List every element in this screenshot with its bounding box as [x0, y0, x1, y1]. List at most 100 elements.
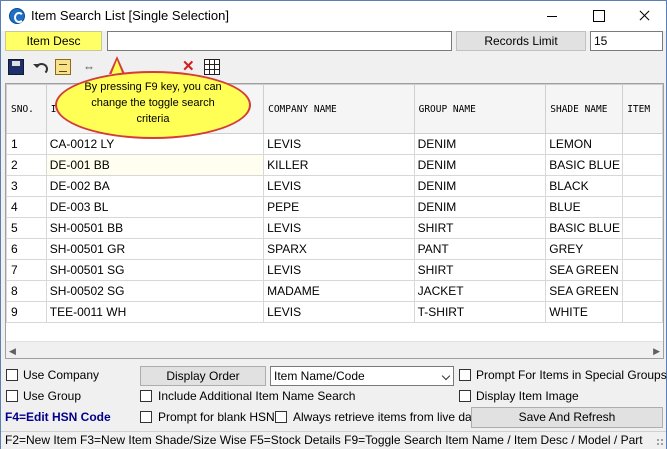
cell-shade[interactable]: SEA GREEN — [545, 280, 624, 302]
cell-company[interactable]: LEVIS — [263, 301, 415, 323]
use-group-label: Use Group — [23, 389, 82, 403]
display-order-select[interactable]: Item Name/Code — [270, 366, 454, 386]
cell-company[interactable]: LEVIS — [263, 217, 415, 239]
undo-icon[interactable] — [32, 59, 48, 75]
cell-shade[interactable]: BASIC BLUE — [545, 154, 624, 176]
col-header-item-extra[interactable]: ITEM — [622, 84, 663, 134]
cell-extra[interactable] — [622, 280, 663, 302]
cell-item[interactable]: SH-00501 SG — [45, 259, 265, 281]
tooltip-pointer — [109, 56, 125, 75]
notepad-icon[interactable] — [55, 59, 71, 75]
table-row[interactable]: 3 DE-002 BA LEVIS DENIM BLACK — [6, 175, 663, 197]
records-limit-input[interactable]: 15 — [590, 31, 663, 51]
table-row[interactable]: 6 SH-00501 GR SPARX PANT GREY — [6, 238, 663, 260]
save-icon[interactable] — [8, 59, 24, 75]
save-refresh-button[interactable]: Save And Refresh — [471, 407, 663, 428]
always-live-label: Always retrieve items from live data — [293, 410, 482, 424]
cell-group[interactable]: DENIM — [413, 196, 547, 218]
maximize-icon[interactable] — [575, 1, 621, 31]
cell-extra[interactable] — [622, 154, 663, 176]
cell-group[interactable]: DENIM — [413, 175, 547, 197]
prompt-blank-hsn-label: Prompt for blank HSN — [158, 410, 275, 424]
cell-group[interactable]: T-SHIRT — [413, 301, 547, 323]
cell-company[interactable]: KILLER — [263, 154, 415, 176]
prompt-blank-hsn-checkbox[interactable] — [140, 411, 152, 423]
col-header-company[interactable]: COMPANY NAME — [263, 84, 415, 134]
table-row[interactable]: 8 SH-00502 SG MADAME JACKET SEA GREEN — [6, 280, 663, 302]
table-row[interactable]: 9 TEE-0011 WH LEVIS T-SHIRT WHITE — [6, 301, 663, 323]
table-row[interactable]: 5 SH-00501 BB LEVIS SHIRT BASIC BLUE — [6, 217, 663, 239]
use-company-label: Use Company — [23, 368, 100, 382]
cell-shade[interactable]: GREY — [545, 238, 624, 260]
cell-shade[interactable]: WHITE — [545, 301, 624, 323]
cell-extra[interactable] — [622, 217, 663, 239]
cell-extra[interactable] — [622, 133, 663, 155]
status-bar: F2=New Item F3=New Item Shade/Size Wise … — [1, 431, 666, 449]
close-icon[interactable] — [621, 1, 667, 31]
cell-company[interactable]: MADAME — [263, 280, 415, 302]
cell-extra[interactable] — [622, 301, 663, 323]
minimize-icon[interactable] — [529, 1, 575, 31]
table-row[interactable]: 2 DE-001 BB KILLER DENIM BASIC BLUE — [6, 154, 663, 176]
cell-item[interactable]: DE-002 BA — [45, 175, 265, 197]
cell-item[interactable]: SH-00502 SG — [45, 280, 265, 302]
window-title: Item Search List [Single Selection] — [31, 8, 229, 23]
search-mode-toggle[interactable]: Item Desc — [5, 31, 102, 51]
use-company-checkbox[interactable] — [6, 369, 18, 381]
table-row[interactable]: 4 DE-003 BL PEPE DENIM BLUE — [6, 196, 663, 218]
cell-sno: 8 — [6, 280, 47, 302]
include-additional-label: Include Additional Item Name Search — [158, 389, 356, 403]
cell-group[interactable]: PANT — [413, 238, 547, 260]
cell-item[interactable]: SH-00501 BB — [45, 217, 265, 239]
cell-item[interactable]: SH-00501 GR — [45, 238, 265, 260]
cell-shade[interactable]: BASIC BLUE — [545, 217, 624, 239]
prompt-special-groups-checkbox[interactable] — [459, 369, 471, 381]
edit-hsn-shortcut[interactable]: F4=Edit HSN Code — [5, 410, 111, 424]
cell-company[interactable]: LEVIS — [263, 259, 415, 281]
cell-company[interactable]: SPARX — [263, 238, 415, 260]
cell-company[interactable]: LEVIS — [263, 175, 415, 197]
grid-icon[interactable] — [204, 59, 220, 75]
cell-extra[interactable] — [622, 238, 663, 260]
cell-shade[interactable]: SEA GREEN — [545, 259, 624, 281]
cell-company[interactable]: PEPE — [263, 196, 415, 218]
display-item-image-checkbox[interactable] — [459, 390, 471, 402]
cell-group[interactable]: SHIRT — [413, 217, 547, 239]
search-bar: Item Desc Records Limit 15 — [1, 31, 666, 53]
table-row[interactable]: 1 CA-0012 LY LEVIS DENIM LEMON — [6, 133, 663, 155]
cell-extra[interactable] — [622, 196, 663, 218]
table-row[interactable]: 7 SH-00501 SG LEVIS SHIRT SEA GREEN — [6, 259, 663, 281]
horizontal-scrollbar[interactable]: ◀ ▶ — [6, 341, 663, 358]
col-header-sno[interactable]: SNO. — [6, 84, 47, 134]
scroll-left-icon[interactable]: ◀ — [9, 346, 16, 357]
display-item-image-label: Display Item Image — [476, 389, 579, 403]
cell-extra[interactable] — [622, 259, 663, 281]
resize-grip-icon[interactable] — [656, 438, 664, 446]
prompt-special-groups-label: Prompt For Items in Special Groups — [476, 368, 667, 382]
include-additional-checkbox[interactable] — [140, 390, 152, 402]
cell-group[interactable]: SHIRT — [413, 259, 547, 281]
cell-item-selected[interactable]: DE-001 BB — [45, 154, 265, 176]
cell-group[interactable]: DENIM — [413, 154, 547, 176]
cell-item[interactable]: DE-003 BL — [45, 196, 265, 218]
col-header-group[interactable]: GROUP NAME — [413, 84, 547, 134]
cell-shade[interactable]: LEMON — [545, 133, 624, 155]
swap-arrows-icon[interactable]: ⇔ — [83, 59, 99, 75]
cell-company[interactable]: LEVIS — [263, 133, 415, 155]
scroll-right-icon[interactable]: ▶ — [653, 346, 660, 357]
display-order-button[interactable]: Display Order — [140, 366, 266, 386]
cell-sno: 4 — [6, 196, 47, 218]
cell-item[interactable]: TEE-0011 WH — [45, 301, 265, 323]
app-logo-icon — [9, 8, 25, 24]
always-live-checkbox[interactable] — [275, 411, 287, 423]
cell-group[interactable]: JACKET — [413, 280, 547, 302]
cell-group[interactable]: DENIM — [413, 133, 547, 155]
col-header-shade[interactable]: SHADE NAME — [545, 84, 624, 134]
cell-sno: 5 — [6, 217, 47, 239]
use-group-checkbox[interactable] — [6, 390, 18, 402]
cell-extra[interactable] — [622, 175, 663, 197]
cell-shade[interactable]: BLACK — [545, 175, 624, 197]
cell-shade[interactable]: BLUE — [545, 196, 624, 218]
search-input[interactable] — [107, 31, 452, 51]
title-bar[interactable]: Item Search List [Single Selection] — [1, 1, 666, 31]
